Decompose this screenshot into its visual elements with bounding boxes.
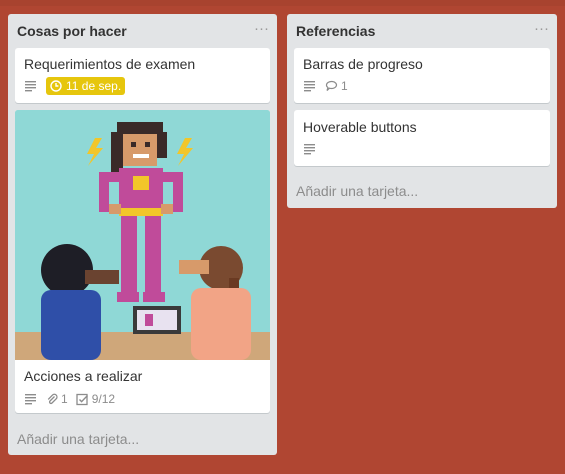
description-badge xyxy=(24,393,38,405)
due-date-badge[interactable]: 11 de sep. xyxy=(46,77,126,95)
list-header: Referencias ··· xyxy=(287,14,557,48)
card-title: Requerimientos de examen xyxy=(24,56,196,72)
clock-icon xyxy=(50,80,62,92)
card-acciones-a-realizar[interactable]: Acciones a realizar 1 9/12 xyxy=(15,110,270,413)
description-badge xyxy=(303,80,317,92)
card-requerimientos[interactable]: Requerimientos de examen 11 de sep. xyxy=(15,48,270,103)
description-badge xyxy=(24,80,38,92)
list-title[interactable]: Referencias xyxy=(296,23,375,39)
card-hoverable-buttons[interactable]: Hoverable buttons xyxy=(294,110,550,166)
description-icon xyxy=(304,81,315,92)
card-title: Hoverable buttons xyxy=(303,119,417,135)
card-title: Barras de progreso xyxy=(303,56,423,72)
comment-badge: 1 xyxy=(325,79,348,93)
description-badge xyxy=(303,143,317,155)
card-cover-image xyxy=(15,110,270,360)
attachment-icon xyxy=(47,393,58,405)
list-cosas-por-hacer: Cosas por hacer ··· Requerimientos de ex… xyxy=(8,14,277,455)
list-referencias: Referencias ··· Barras de progreso 1 Hov… xyxy=(287,14,557,208)
card-badges: 11 de sep. xyxy=(24,77,133,95)
list-menu-button[interactable]: ··· xyxy=(254,20,269,37)
cover-illustration xyxy=(15,110,270,360)
checklist-count: 9/12 xyxy=(91,392,116,406)
description-icon xyxy=(25,394,36,405)
card-badges: 1 xyxy=(303,77,356,95)
checklist-badge: 9/12 xyxy=(76,392,115,406)
comment-icon xyxy=(325,80,338,91)
card-barras-de-progreso[interactable]: Barras de progreso 1 xyxy=(294,48,550,103)
add-card-button[interactable]: Añadir una tarjeta... xyxy=(296,183,418,199)
checklist-icon xyxy=(76,393,88,405)
list-title[interactable]: Cosas por hacer xyxy=(17,23,127,39)
comment-count: 1 xyxy=(341,79,348,93)
card-badges: 1 9/12 xyxy=(24,390,123,408)
card-title: Acciones a realizar xyxy=(24,368,143,384)
due-date-text: 11 de sep. xyxy=(66,79,122,93)
card-badges xyxy=(303,140,325,158)
attachment-count: 1 xyxy=(61,392,68,406)
attachment-badge: 1 xyxy=(46,392,68,406)
list-menu-button[interactable]: ··· xyxy=(534,20,549,37)
description-icon xyxy=(304,144,315,155)
description-icon xyxy=(25,81,36,92)
list-header: Cosas por hacer ··· xyxy=(8,14,277,48)
add-card-button[interactable]: Añadir una tarjeta... xyxy=(17,431,139,447)
board-top-edge xyxy=(0,0,565,6)
